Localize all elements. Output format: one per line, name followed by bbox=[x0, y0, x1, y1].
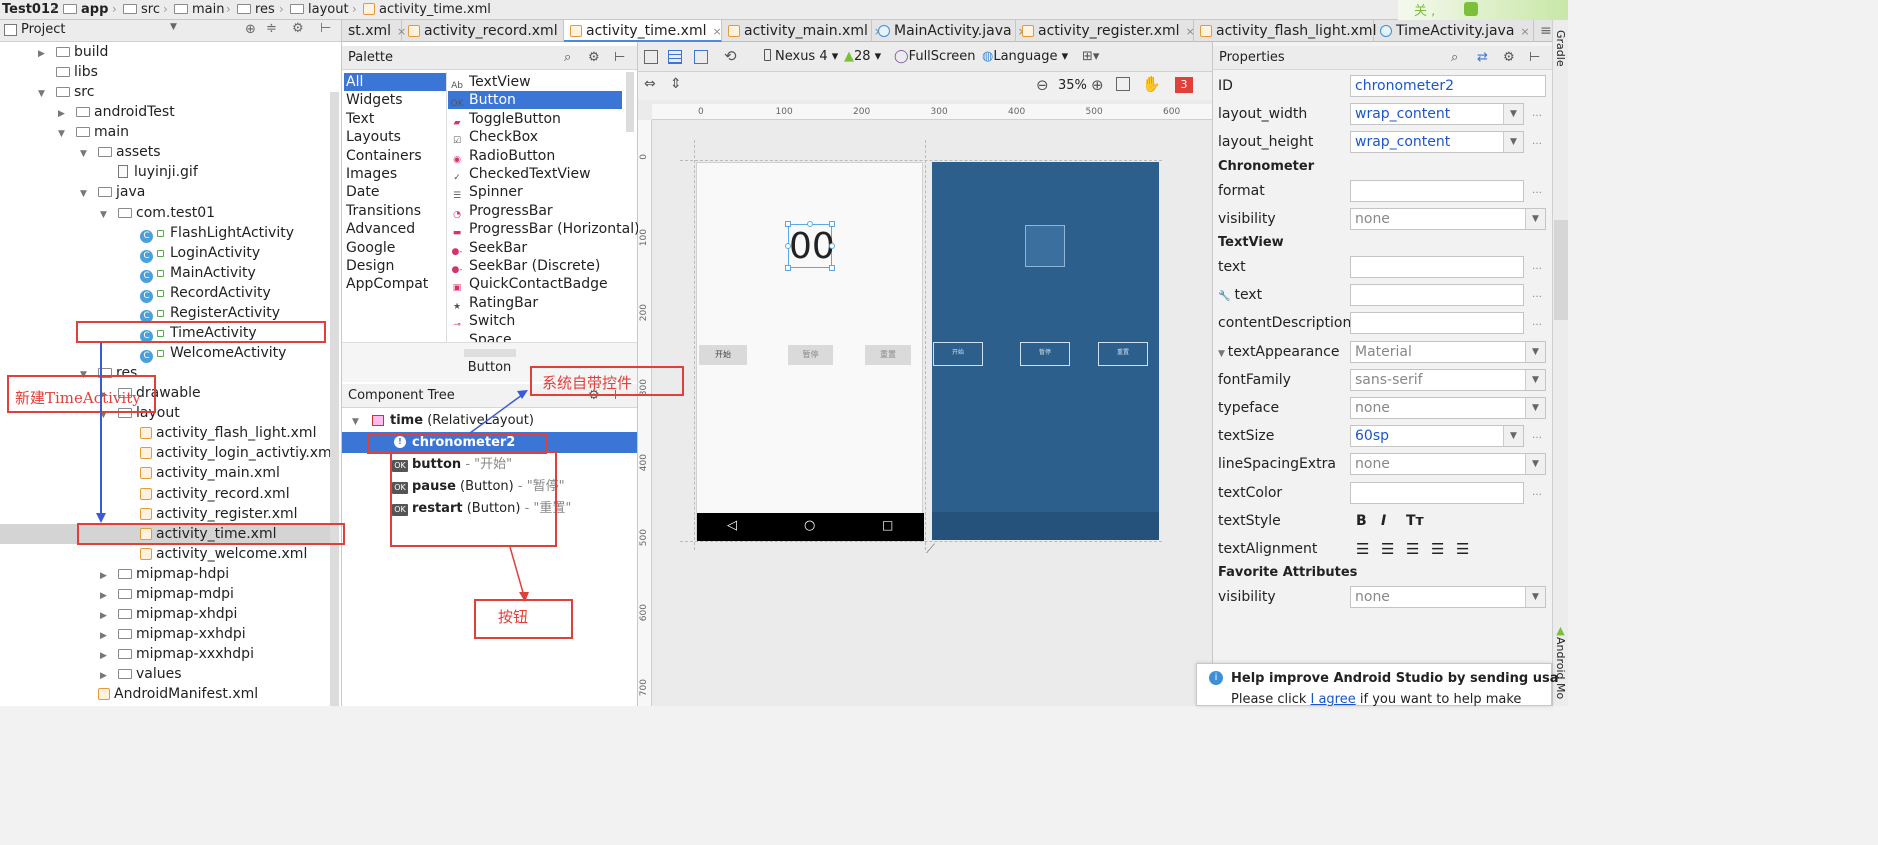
arrowhead bbox=[96, 513, 106, 523]
annotation-arrows bbox=[96, 343, 529, 602]
arrow-line bbox=[469, 394, 523, 434]
arrow-line bbox=[509, 546, 525, 597]
arrowhead bbox=[519, 592, 529, 602]
